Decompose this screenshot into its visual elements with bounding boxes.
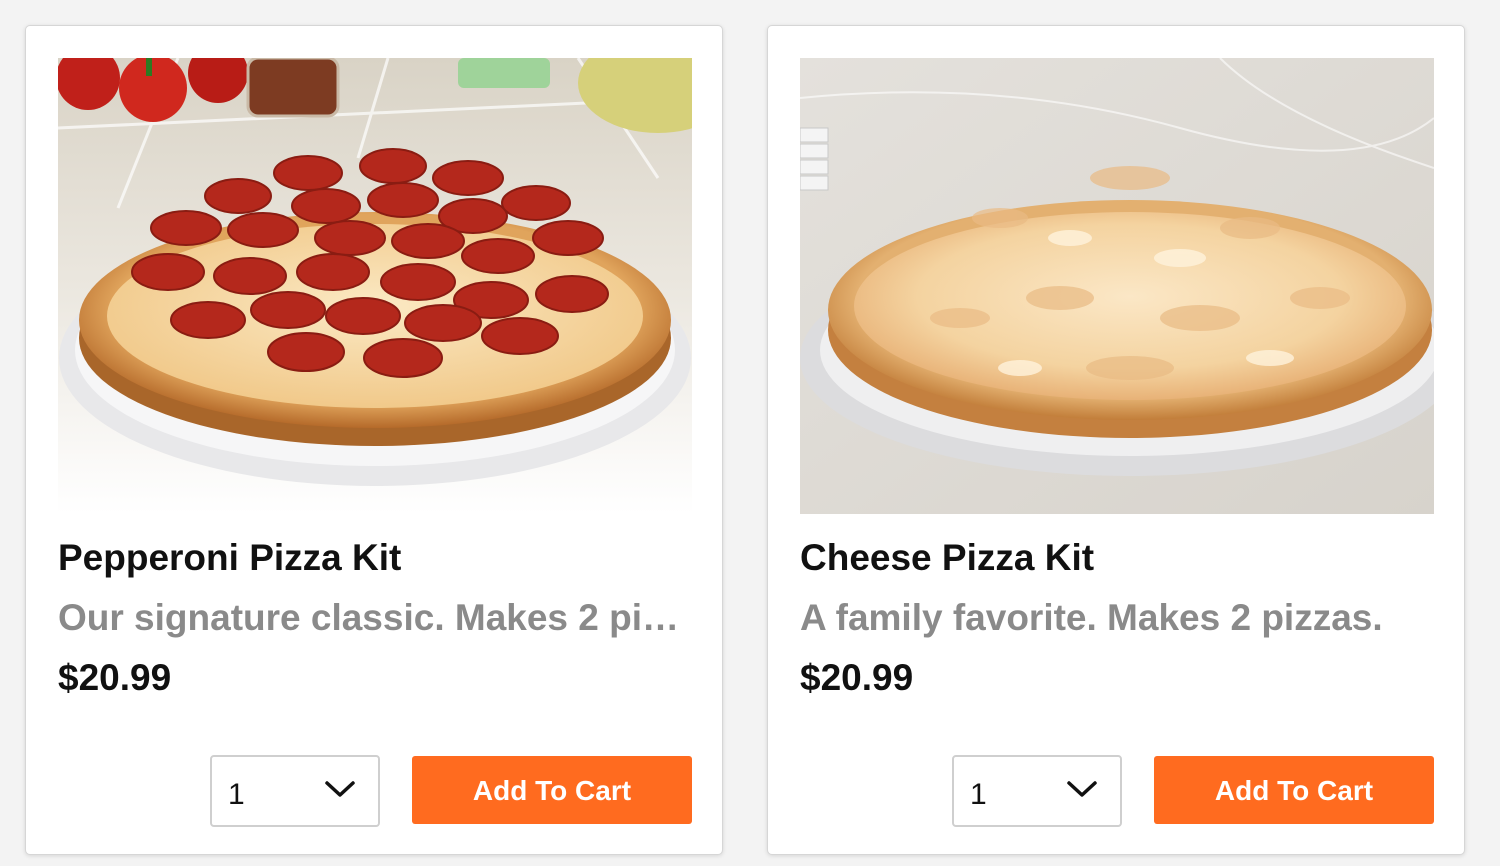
product-title[interactable]: Pepperoni Pizza Kit	[58, 534, 692, 582]
product-description: Our signature classic. Makes 2 pizzas.	[58, 597, 684, 638]
quantity-select[interactable]: 1	[952, 755, 1122, 827]
quantity-select[interactable]: 1	[210, 755, 380, 827]
add-to-cart-button[interactable]: Add To Cart	[1154, 756, 1434, 824]
product-image-cheese[interactable]	[800, 58, 1434, 514]
add-to-cart-button[interactable]: Add To Cart	[412, 756, 692, 824]
product-price: $20.99	[58, 657, 172, 698]
product-grid: Pepperoni Pizza Kit Our signature classi…	[0, 0, 1500, 866]
quantity-value: 1	[228, 778, 245, 811]
chevron-down-icon	[1067, 781, 1097, 797]
product-card-pepperoni: Pepperoni Pizza Kit Our signature classi…	[25, 25, 723, 855]
pepperoni-pizza-image	[58, 58, 692, 514]
quantity-value: 1	[970, 778, 987, 811]
product-title[interactable]: Cheese Pizza Kit	[800, 534, 1434, 582]
product-card-cheese: Cheese Pizza Kit A family favorite. Make…	[767, 25, 1465, 855]
chevron-down-icon	[325, 781, 355, 797]
product-image-pepperoni[interactable]	[58, 58, 692, 514]
product-price: $20.99	[800, 657, 914, 698]
product-description: A family favorite. Makes 2 pizzas.	[800, 597, 1383, 638]
cheese-pizza-image	[800, 58, 1434, 514]
